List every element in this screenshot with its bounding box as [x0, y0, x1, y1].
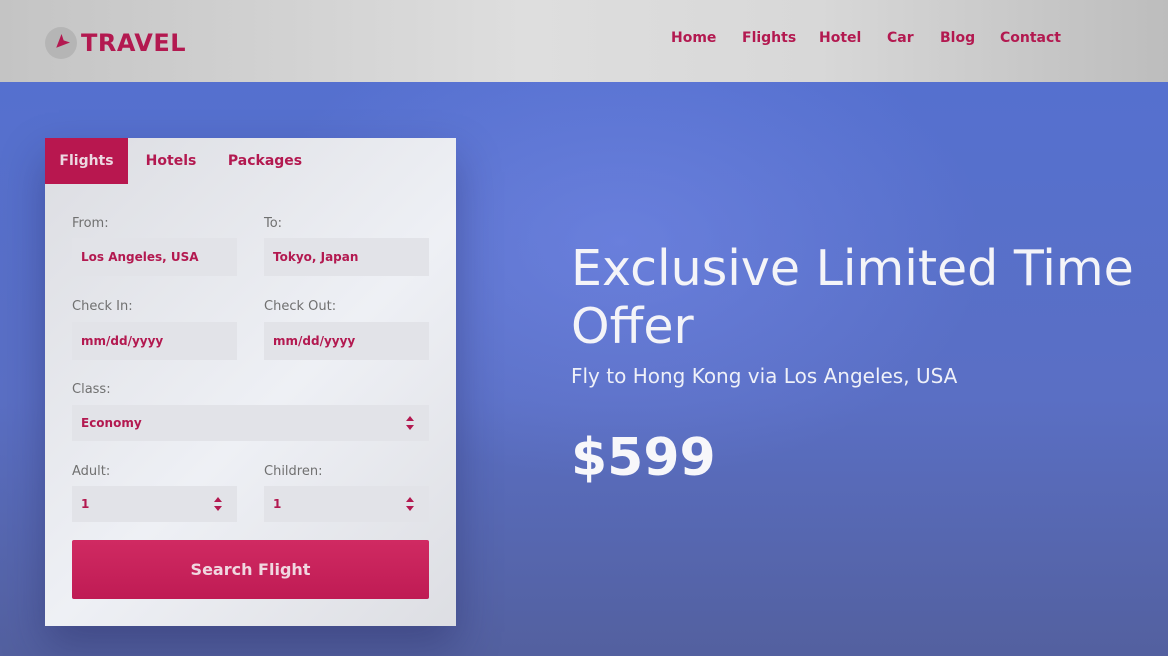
offer-subtitle: Fly to Hong Kong via Los Angeles, USA [571, 364, 958, 388]
checkin-label: Check In: [72, 299, 133, 314]
adult-select[interactable]: 1 [72, 486, 237, 522]
to-field[interactable]: Tokyo, Japan [264, 238, 429, 276]
offer-title: Exclusive Limited Time Offer [571, 240, 1134, 355]
nav-blog[interactable]: Blog [940, 30, 975, 46]
main-nav: Home Flights Hotel Car Blog Contact [0, 30, 1168, 50]
nav-contact[interactable]: Contact [1000, 30, 1061, 46]
nav-flights[interactable]: Flights [742, 30, 796, 46]
tab-packages[interactable]: Packages [222, 138, 308, 184]
booking-tabs: Flights Hotels Packages [45, 138, 456, 184]
select-arrows-icon [214, 497, 222, 511]
tab-hotels[interactable]: Hotels [136, 138, 206, 184]
nav-car[interactable]: Car [887, 30, 914, 46]
site-header: TRAVEL Home Flights Hotel Car Blog Conta… [0, 0, 1168, 82]
to-label: To: [264, 216, 283, 231]
select-arrows-icon [406, 497, 414, 511]
adult-label: Adult: [72, 464, 111, 479]
from-label: From: [72, 216, 109, 231]
children-select[interactable]: 1 [264, 486, 429, 522]
search-flight-button[interactable]: Search Flight [72, 540, 429, 599]
booking-card: Flights Hotels Packages From: Los Angele… [45, 138, 456, 626]
checkin-input[interactable] [72, 322, 237, 360]
children-label: Children: [264, 464, 323, 479]
checkout-input[interactable] [264, 322, 429, 360]
class-value: Economy [81, 416, 142, 430]
select-arrows-icon [406, 416, 414, 430]
children-value: 1 [273, 497, 282, 511]
from-field[interactable]: Los Angeles, USA [72, 238, 237, 276]
class-select[interactable]: Economy [72, 405, 429, 441]
nav-home[interactable]: Home [671, 30, 716, 46]
tab-flights[interactable]: Flights [45, 138, 128, 184]
adult-value: 1 [81, 497, 90, 511]
class-label: Class: [72, 382, 111, 397]
offer-price: $599 [571, 428, 716, 488]
checkout-label: Check Out: [264, 299, 337, 314]
nav-hotel[interactable]: Hotel [819, 30, 861, 46]
